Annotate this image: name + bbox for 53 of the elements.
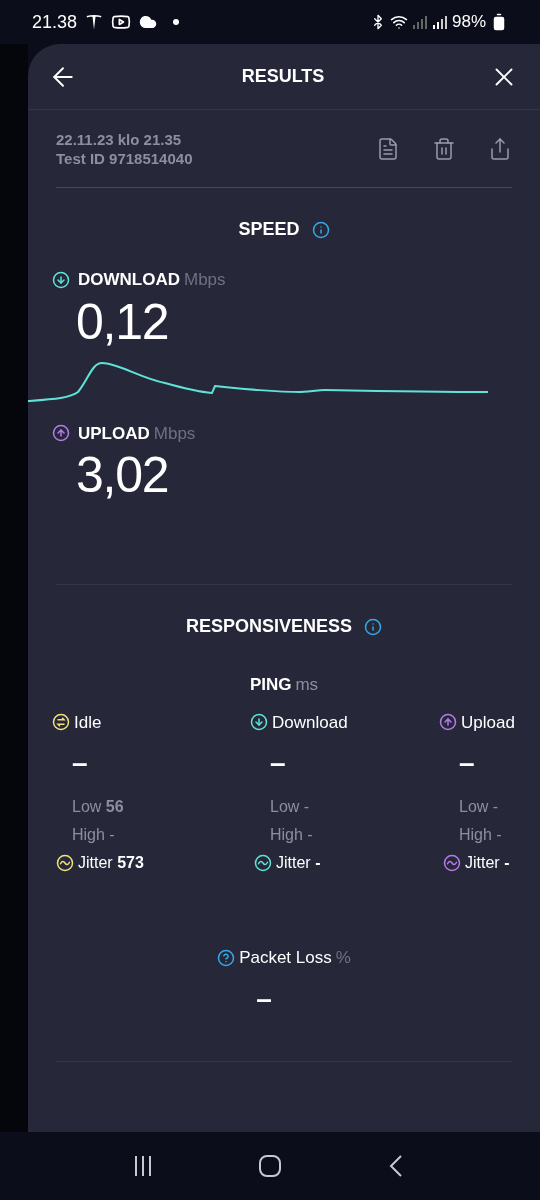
- packet-loss-value: –: [256, 981, 272, 1016]
- section-title: RESPONSIVENESS: [185, 615, 353, 638]
- speed-value: 3,02: [75, 446, 170, 504]
- metric-label: UPLOAD: [78, 422, 150, 445]
- help-icon: [217, 948, 236, 967]
- page-title: RESULTS: [241, 65, 325, 88]
- signal-icon: [431, 14, 448, 30]
- unit-label: %: [335, 947, 351, 969]
- ping-value: –: [269, 746, 287, 780]
- low-reading: Low -: [458, 797, 500, 817]
- video-play-icon: [111, 12, 132, 32]
- signal-icon: [411, 14, 428, 30]
- document-button[interactable]: [376, 136, 400, 161]
- wave-icon: [56, 854, 74, 872]
- download-icon: [52, 270, 70, 289]
- cloud-icon: [139, 13, 158, 31]
- download-icon: [250, 713, 268, 732]
- home-button[interactable]: [258, 1154, 282, 1178]
- speed-value: 0,12: [75, 292, 170, 351]
- ping-type-label: Idle: [74, 711, 102, 734]
- high-reading: High -: [458, 825, 503, 845]
- test-id: Test ID 9718514040: [56, 148, 193, 168]
- high-reading: High -: [71, 825, 116, 845]
- unit-label: Mbps: [153, 422, 196, 445]
- section-title: SPEED: [238, 218, 300, 241]
- share-button[interactable]: [488, 136, 512, 161]
- jitter-reading: Jitter -: [276, 853, 321, 873]
- delete-button[interactable]: [432, 136, 456, 161]
- jitter-reading: Jitter 573: [78, 853, 144, 873]
- ping-type-label: Upload: [461, 711, 515, 734]
- ping-type-label: Download: [272, 711, 348, 734]
- wifi-icon: [389, 13, 408, 31]
- metric-label: DOWNLOAD: [78, 269, 180, 291]
- high-reading: High -: [269, 825, 314, 845]
- wave-icon: [443, 854, 461, 872]
- low-reading: Low -: [269, 797, 311, 817]
- battery-percent: 98%: [451, 11, 486, 34]
- test-date: 22.11.23 klo 21.35: [56, 129, 183, 149]
- ping-value: –: [458, 746, 476, 780]
- clock-time: 21.38: [32, 10, 78, 34]
- unit-label: Mbps: [184, 269, 226, 291]
- packet-loss-label: Packet Loss: [239, 947, 332, 969]
- ping-label: PING: [249, 674, 292, 696]
- wave-icon: [254, 854, 272, 872]
- upload-icon: [439, 713, 457, 732]
- ping-value: –: [71, 746, 89, 780]
- upload-icon: [52, 424, 70, 443]
- jitter-reading: Jitter -: [465, 853, 510, 873]
- unit-label: ms: [295, 674, 319, 696]
- info-button[interactable]: [364, 617, 383, 636]
- low-reading: Low 56: [71, 797, 125, 817]
- info-button[interactable]: [311, 220, 330, 239]
- swap-icon: [52, 713, 70, 732]
